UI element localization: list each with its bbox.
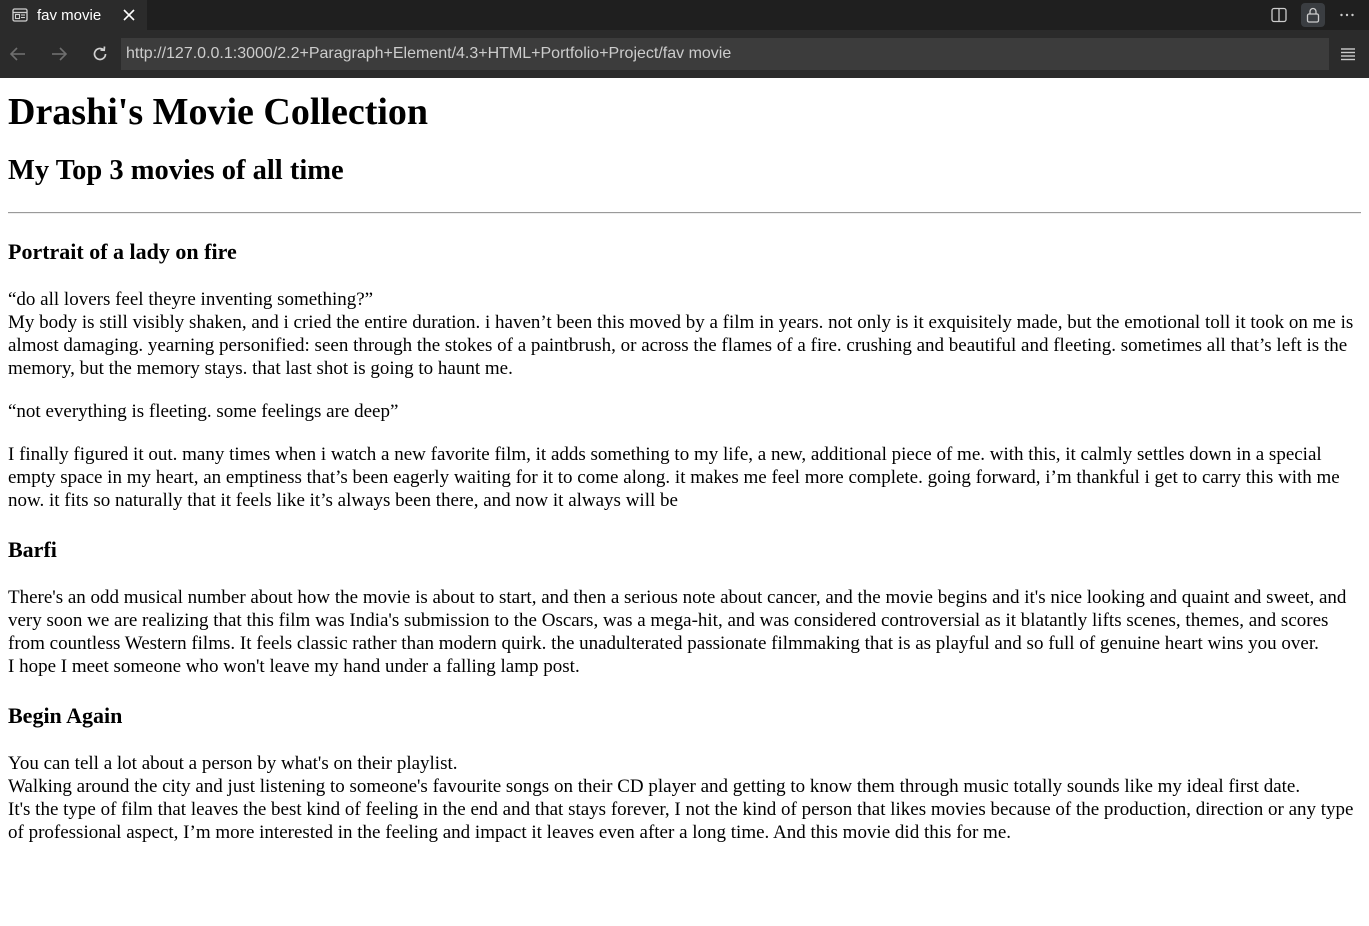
movie-review-text: I hope I meet someone who won't leave my… xyxy=(8,656,580,677)
close-icon[interactable] xyxy=(119,5,139,25)
page-title: Drashi's Movie Collection xyxy=(8,91,429,133)
page-content: Drashi's Movie Collection My Top 3 movie… xyxy=(0,78,1369,844)
menu-icon[interactable] xyxy=(1335,41,1361,67)
more-options-icon[interactable] xyxy=(1335,3,1359,27)
movie-section-begin-again: Begin Again You can tell a lot about a p… xyxy=(8,702,1361,844)
lock-icon[interactable] xyxy=(1301,3,1325,27)
url-text: http://127.0.0.1:3000/2.2+Paragraph+Elem… xyxy=(126,45,732,62)
browser-tab[interactable]: fav movie xyxy=(0,0,147,30)
forward-arrow-icon[interactable] xyxy=(46,41,72,67)
browser-nav-bar: http://127.0.0.1:3000/2.2+Paragraph+Elem… xyxy=(0,30,1369,78)
movie-review-text: It's the type of film that leaves the be… xyxy=(8,799,1354,843)
movie-section-barfi: Barfi There's an odd musical number abou… xyxy=(8,536,1361,678)
split-view-icon[interactable] xyxy=(1267,3,1291,27)
movie-quote: “not everything is fleeting. some feelin… xyxy=(8,401,399,422)
movie-review-paragraph: You can tell a lot about a person by wha… xyxy=(8,752,1361,844)
movie-quote: “do all lovers feel theyre inventing som… xyxy=(8,289,374,310)
reload-icon[interactable] xyxy=(87,41,113,67)
divider xyxy=(8,212,1361,214)
tab-title: fav movie xyxy=(37,6,102,24)
page-subtitle: My Top 3 movies of all time xyxy=(8,155,344,186)
browser-tab-bar: fav movie xyxy=(0,0,1369,30)
movie-title: Begin Again xyxy=(8,703,123,728)
page-icon xyxy=(11,6,29,24)
address-bar[interactable]: http://127.0.0.1:3000/2.2+Paragraph+Elem… xyxy=(121,38,1329,70)
movie-review-text: There's an odd musical number about how … xyxy=(8,587,1347,654)
movie-review-text: I finally figured it out. many times whe… xyxy=(8,444,1340,511)
movie-title: Portrait of a lady on fire xyxy=(8,239,237,264)
back-arrow-icon[interactable] xyxy=(5,41,31,67)
movie-review-text: You can tell a lot about a person by wha… xyxy=(8,753,458,774)
movie-title: Barfi xyxy=(8,537,57,562)
movie-review-text: Walking around the city and just listeni… xyxy=(8,776,1301,797)
movie-review-paragraph: There's an odd musical number about how … xyxy=(8,586,1361,678)
movie-review-text: My body is still visibly shaken, and i c… xyxy=(8,312,1354,379)
movie-section-portrait: Portrait of a lady on fire “do all lover… xyxy=(8,238,1361,512)
movie-review-paragraph: “do all lovers feel theyre inventing som… xyxy=(8,288,1361,380)
